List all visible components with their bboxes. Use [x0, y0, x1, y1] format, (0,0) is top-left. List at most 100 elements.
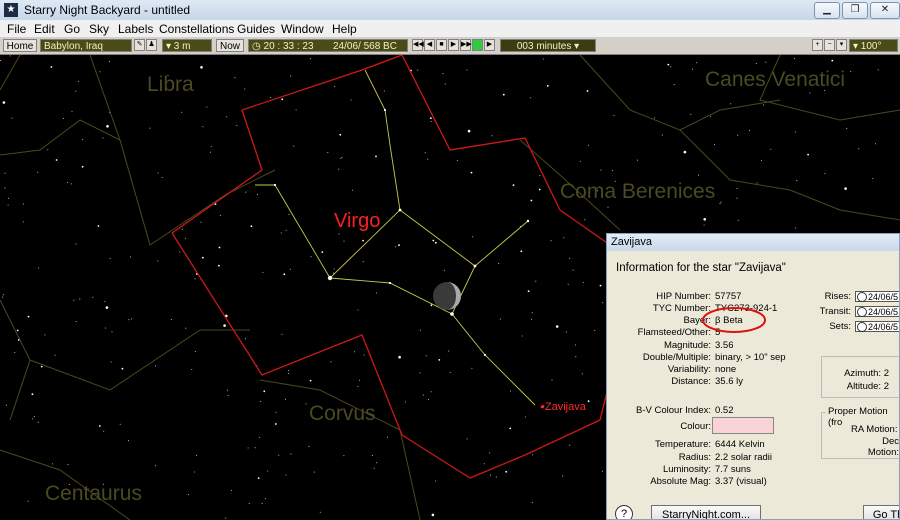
background-star	[129, 256, 131, 258]
menu-file[interactable]: File	[7, 22, 26, 36]
star-info-panel: Zavijava Information for the star "Zavij…	[606, 233, 900, 520]
background-star	[16, 329, 19, 332]
background-star	[850, 70, 852, 73]
elevation-field[interactable]: ▾ 3 m	[162, 39, 212, 52]
background-star	[430, 304, 433, 307]
background-star	[429, 117, 432, 120]
moon[interactable]	[433, 282, 461, 310]
background-star	[499, 318, 501, 320]
background-star	[70, 183, 72, 185]
background-star	[262, 271, 264, 274]
menu-window[interactable]: Window	[281, 22, 324, 36]
background-star	[97, 225, 100, 227]
stop-icon[interactable]: ■	[436, 39, 447, 51]
time-step-field[interactable]: 003 minutes ▾	[500, 39, 596, 52]
background-star	[98, 425, 101, 427]
background-star	[539, 175, 541, 177]
menu-help[interactable]: Help	[332, 22, 357, 36]
background-star	[62, 117, 64, 119]
background-star	[38, 267, 40, 269]
zoom-out-icon[interactable]: −	[824, 39, 835, 51]
menu-constellations[interactable]: Constellations	[159, 22, 234, 36]
step-back-fast-icon[interactable]: ◀◀	[412, 39, 424, 51]
edit-location-icon[interactable]: ✎	[134, 39, 145, 51]
background-star	[498, 263, 500, 265]
background-star	[512, 184, 515, 187]
background-star	[338, 168, 340, 170]
field-label: Double/Multiple:	[642, 352, 711, 363]
background-star	[521, 335, 523, 337]
background-star	[7, 197, 10, 199]
background-star	[73, 299, 75, 301]
observer-icon[interactable]: ♟	[146, 39, 157, 51]
transit-time[interactable]: 24/06/5	[855, 306, 899, 317]
background-star	[371, 455, 373, 457]
background-star	[2, 296, 4, 298]
background-star	[309, 58, 311, 60]
panel-title[interactable]: Zavijava	[607, 234, 899, 251]
restore-button[interactable]: ❐	[842, 2, 868, 19]
background-star	[430, 391, 432, 393]
bv-label: B-V Colour Index:	[636, 405, 711, 416]
background-star	[309, 379, 312, 382]
zoom-field[interactable]: ▾ 100°	[849, 39, 898, 52]
background-star	[22, 221, 24, 223]
background-star	[181, 228, 183, 230]
background-star	[587, 400, 590, 403]
background-star	[269, 96, 272, 99]
background-star	[285, 229, 287, 231]
background-star	[697, 174, 700, 176]
background-star	[47, 149, 49, 151]
rises-time[interactable]: 24/06/5	[855, 291, 899, 302]
run-indicator-icon[interactable]	[472, 39, 483, 51]
sets-time[interactable]: 24/06/5	[855, 321, 899, 332]
background-star	[288, 373, 290, 375]
background-star	[339, 133, 342, 136]
forward-step-icon[interactable]: ▶	[484, 39, 495, 51]
background-star	[218, 264, 220, 267]
play-icon[interactable]: ▶	[448, 39, 459, 51]
background-star	[612, 170, 614, 172]
help-button[interactable]: ?	[615, 505, 633, 519]
label-zavijava[interactable]: •Zavijava	[541, 401, 586, 413]
background-star	[226, 116, 228, 118]
menu-sky[interactable]: Sky	[89, 22, 109, 36]
background-star	[206, 106, 208, 108]
background-star	[170, 319, 172, 321]
altitude-label: Altitude: 2	[846, 381, 889, 392]
menu-go[interactable]: Go	[64, 22, 80, 36]
clock-icon	[857, 307, 867, 317]
background-star	[102, 137, 104, 139]
step-forward-icon[interactable]: ▶▶	[460, 39, 472, 51]
background-star	[398, 355, 401, 359]
close-button[interactable]: ✕	[870, 2, 900, 19]
background-star	[563, 237, 565, 239]
go-there-button[interactable]: Go Th	[863, 505, 899, 519]
background-star	[448, 350, 450, 352]
menu-edit[interactable]: Edit	[34, 22, 55, 36]
step-back-icon[interactable]: ◀	[424, 39, 435, 51]
background-star	[351, 189, 353, 191]
background-star	[565, 331, 567, 333]
minimize-button[interactable]: ▁	[814, 2, 840, 19]
bv-value: 0.52	[715, 405, 734, 416]
background-star	[567, 283, 569, 285]
menu-labels[interactable]: Labels	[118, 22, 153, 36]
menu-guides[interactable]: Guides	[237, 22, 275, 36]
background-star	[184, 237, 187, 239]
starrynight-website-button[interactable]: StarryNight.com...	[651, 505, 761, 519]
background-star	[363, 354, 365, 356]
field-label: Variability:	[667, 364, 711, 375]
background-star	[284, 398, 287, 400]
background-star	[530, 199, 533, 202]
location-field[interactable]: Babylon, Iraq	[40, 39, 132, 52]
home-button[interactable]: Home	[3, 39, 37, 52]
date-field[interactable]: 24/06/ 568 BC	[330, 39, 408, 52]
background-star	[334, 85, 336, 88]
background-star	[119, 423, 121, 425]
physical-value: 7.7 suns	[715, 464, 751, 475]
now-button[interactable]: Now	[216, 39, 244, 52]
zoom-menu-icon[interactable]: ▾	[836, 39, 847, 51]
background-star	[431, 513, 435, 517]
zoom-in-icon[interactable]: +	[812, 39, 823, 51]
